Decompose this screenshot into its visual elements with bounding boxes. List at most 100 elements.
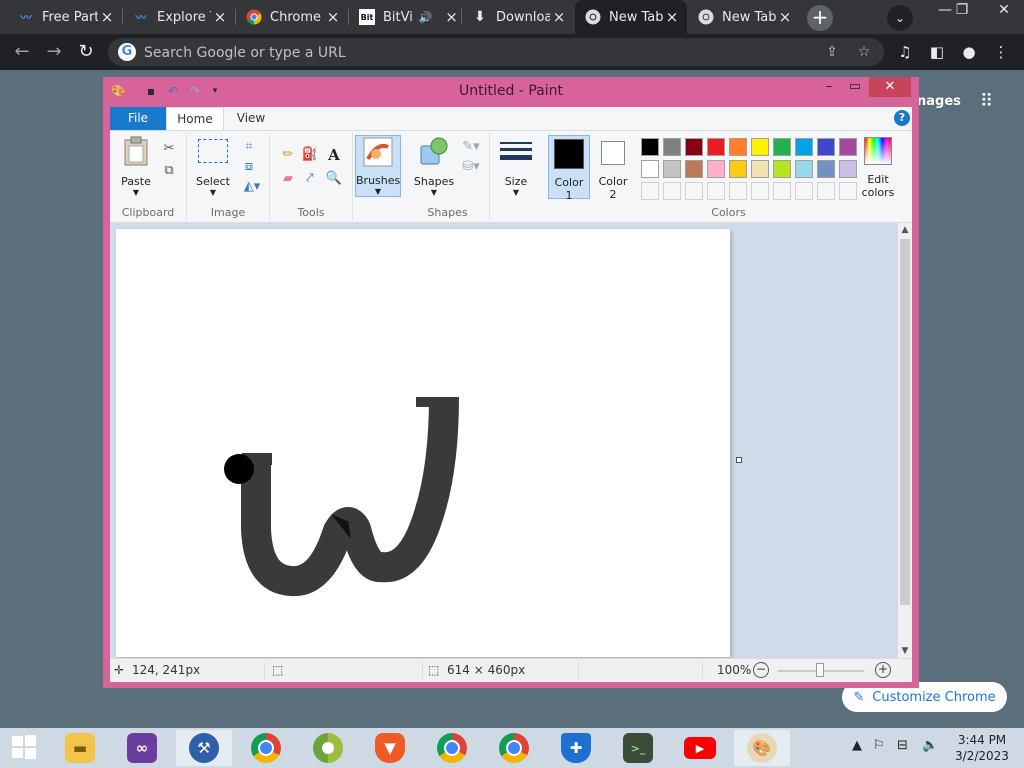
rotate-icon[interactable]: ◭▾ [239,177,265,197]
palette-swatch[interactable] [795,160,813,178]
palette-swatch[interactable] [773,160,791,178]
custom-color-slot[interactable] [663,182,681,200]
tab-new-tab-active[interactable]: New Tab × [575,0,687,34]
close-tab-icon[interactable]: × [663,8,681,26]
apps-grid-icon[interactable]: ⠿ [980,93,1000,114]
show-hidden-icons[interactable]: ▲ [852,738,862,753]
images-link[interactable]: nages [917,94,961,109]
palette-swatch[interactable] [773,138,791,156]
close-tab-icon[interactable]: × [98,8,116,26]
color-picker-icon[interactable]: ⤤ [300,169,320,189]
media-control-icon[interactable]: ♫ [894,42,916,62]
close-tab-icon[interactable]: × [443,8,461,26]
palette-swatch[interactable] [663,160,681,178]
palette-swatch[interactable] [685,160,703,178]
select-button[interactable]: Select ▼ [193,135,233,197]
palette-swatch[interactable] [641,160,659,178]
zoom-out-icon[interactable]: − [753,662,769,678]
taskbar-paint[interactable]: 🎨 [734,730,790,766]
taskbar-tools[interactable]: ⚒ [176,730,232,766]
brushes-button[interactable]: Brushes ▼ [355,135,401,197]
paste-button[interactable]: Paste ▼ [116,135,156,197]
close-tab-icon[interactable]: × [550,8,568,26]
close-tab-icon[interactable]: × [776,8,794,26]
tab-search-button[interactable]: ⌄ [887,5,913,31]
start-button[interactable] [0,730,48,766]
cut-icon[interactable]: ✂ [159,139,179,159]
palette-swatch[interactable] [839,138,857,156]
close-tab-icon[interactable]: × [211,8,229,26]
taskbar-chrome-profile-2[interactable] [486,730,542,766]
share-icon[interactable]: ⇪ [822,42,842,62]
tab-free-part[interactable]: 〰 Free Part × [8,0,122,34]
taskbar-windows-security[interactable]: ✚ [548,730,604,766]
palette-swatch[interactable] [729,138,747,156]
bookmark-star-icon[interactable]: ☆ [854,42,874,62]
copy-icon[interactable]: ⧉ [159,161,179,181]
text-icon[interactable]: A [324,145,344,165]
custom-color-slot[interactable] [751,182,769,200]
resize-icon[interactable]: ⧈ [239,157,259,177]
canvas-resize-handle[interactable] [736,457,742,463]
custom-color-slot[interactable] [685,182,703,200]
palette-swatch[interactable] [817,138,835,156]
color2-button[interactable]: Color 2 [592,135,634,201]
reload-icon[interactable]: ↻ [74,40,98,64]
tab-new-tab-2[interactable]: New Tab × [688,0,800,34]
palette-swatch[interactable] [685,138,703,156]
scroll-down-icon[interactable]: ▼ [898,644,912,658]
taskbar-chrome-canary[interactable] [300,730,356,766]
flag-icon[interactable]: ⚐ [873,738,885,753]
vertical-scrollbar[interactable]: ▲ ▼ [898,223,912,658]
taskbar-youtube[interactable]: ▶ [672,730,728,766]
taskbar-chrome-profile[interactable] [424,730,480,766]
custom-color-slot[interactable] [773,182,791,200]
close-icon[interactable]: ✕ [869,77,911,97]
volume-icon[interactable]: 🔈 [922,738,938,753]
custom-color-slot[interactable] [839,182,857,200]
scroll-thumb[interactable] [900,239,910,605]
tab-chrome[interactable]: Chrome × [236,0,348,34]
side-panel-icon[interactable]: ◧ [926,42,948,62]
palette-swatch[interactable] [663,138,681,156]
magnifier-icon[interactable]: 🔍 [324,169,344,189]
crop-icon[interactable]: ⌗ [239,137,259,157]
color1-button[interactable]: Color 1 [548,135,590,202]
palette-swatch[interactable] [817,160,835,178]
palette-swatch[interactable] [839,160,857,178]
palette-swatch[interactable] [729,160,747,178]
omnibox[interactable]: G ⇪ ☆ [108,38,884,66]
custom-color-slot[interactable] [729,182,747,200]
clock[interactable]: 3:44 PM 3/2/2023 [952,732,1012,764]
palette-swatch[interactable] [751,138,769,156]
shape-fill-icon[interactable]: ⛁▾ [458,157,484,177]
palette-swatch[interactable] [707,138,725,156]
drawing-canvas[interactable] [116,229,730,657]
palette-swatch[interactable] [795,138,813,156]
back-icon[interactable]: ← [10,40,34,64]
tab-bitvid[interactable]: Bit BitVi 🔊 × [349,0,461,34]
restore-icon[interactable]: ❐ [945,0,979,22]
outline-icon[interactable]: ✎▾ [458,137,484,157]
taskbar-terminal[interactable]: >_ [610,730,666,766]
network-icon[interactable]: ⊟ [897,738,908,753]
tab-view[interactable]: View [226,107,276,130]
fill-icon[interactable]: ⛽ [300,145,320,165]
taskbar-file-explorer[interactable]: ▬ [52,730,108,766]
palette-swatch[interactable] [751,160,769,178]
zoom-slider-thumb[interactable] [816,663,824,677]
custom-color-slot[interactable] [641,182,659,200]
taskbar-brave[interactable]: ▼ [362,730,418,766]
minimize-icon[interactable]: – [819,77,839,97]
tab-file[interactable]: File [110,107,166,130]
pencil-icon[interactable]: ✏ [278,145,298,165]
palette-swatch[interactable] [707,160,725,178]
close-tab-icon[interactable]: × [324,8,342,26]
new-tab-button[interactable]: + [807,5,833,31]
palette-swatch[interactable] [641,138,659,156]
custom-color-slot[interactable] [707,182,725,200]
more-menu-icon[interactable]: ⋮ [990,42,1012,62]
omnibox-input[interactable] [142,41,746,65]
zoom-in-icon[interactable]: + [875,662,891,678]
edit-colors-button[interactable]: Edit colors [855,135,901,199]
